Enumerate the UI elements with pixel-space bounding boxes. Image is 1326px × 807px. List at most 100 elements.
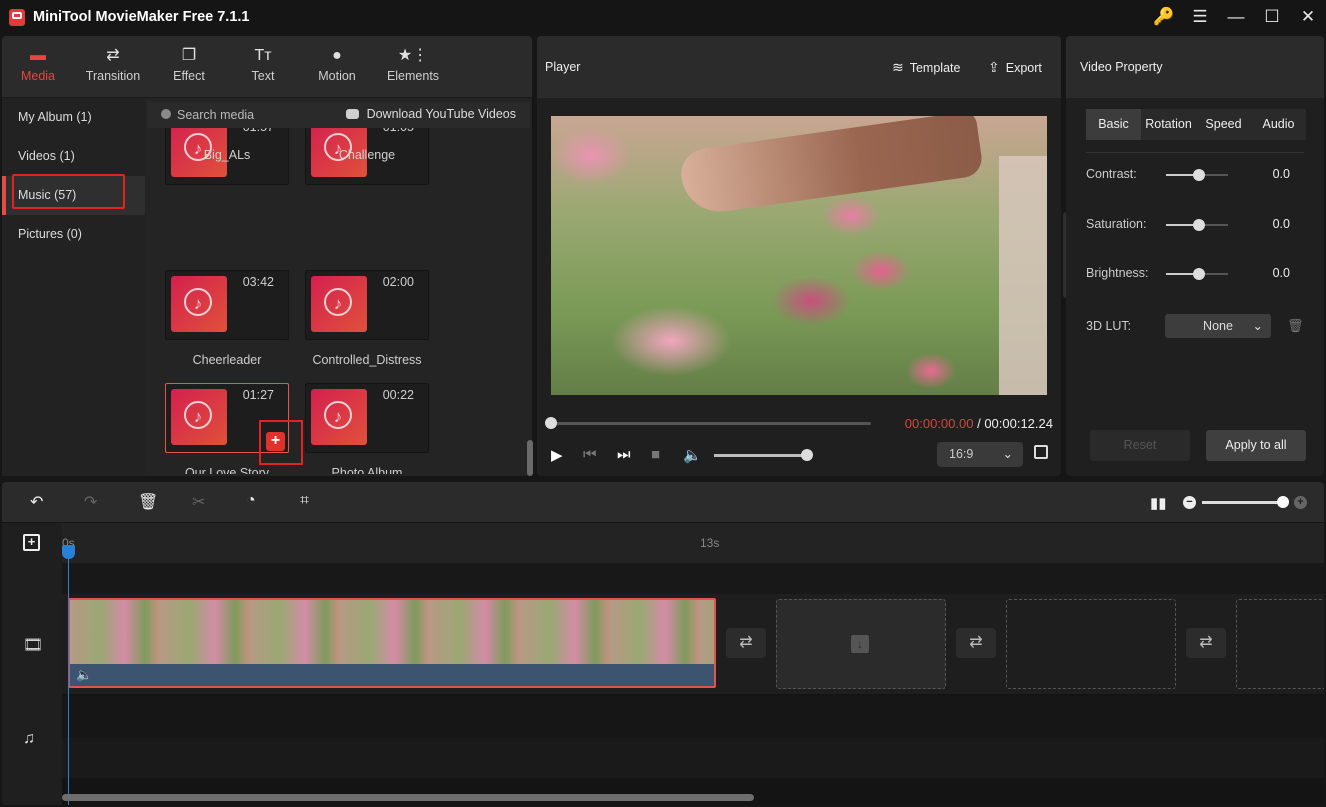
volume-icon[interactable]: 🔈 — [683, 446, 702, 464]
brightness-slider[interactable] — [1166, 268, 1228, 280]
timeline-zoom-handle[interactable] — [1277, 496, 1289, 508]
player-title: Player — [545, 60, 581, 74]
aspect-ratio-select[interactable]: 16:9 ⌄ — [937, 442, 1023, 467]
tab-elements[interactable]: ★⋮ Elements — [378, 46, 448, 83]
split-scissors-icon[interactable]: ✂ — [192, 492, 205, 512]
undo-icon[interactable]: ↶ — [30, 492, 43, 512]
video-content — [677, 116, 985, 217]
media-card[interactable]: 02:00 — [305, 270, 429, 340]
transition-slot-icon[interactable]: ⇄ — [1186, 628, 1226, 658]
sidebar-item-music[interactable]: Music (57) — [2, 174, 145, 215]
crop-icon[interactable]: ⌗ — [300, 492, 309, 510]
fullscreen-icon[interactable] — [1034, 445, 1048, 459]
media-card-selected[interactable]: 01:27 + — [165, 383, 303, 465]
media-scrollbar[interactable] — [527, 440, 533, 476]
search-icon — [161, 109, 171, 119]
transition-slot-icon[interactable]: ⇄ — [726, 628, 766, 658]
music-note-icon — [311, 389, 367, 445]
volume-icon[interactable]: 🔈 — [76, 667, 92, 683]
export-icon: ⇪ — [988, 59, 1000, 75]
close-button[interactable]: ✕ — [1290, 7, 1326, 27]
audio-track-2 — [62, 738, 1324, 778]
media-panel: ▬ Media ⇄ Transition ❐ Effect Tт Text ● Motio… — [2, 36, 533, 476]
timeline-zoom-slider[interactable] — [1202, 501, 1282, 504]
trash-icon[interactable]: 🗑 — [1287, 318, 1304, 334]
zoom-in-icon[interactable]: + — [1294, 496, 1307, 509]
text-icon: Tт — [254, 47, 272, 64]
template-button[interactable]: ≋ Template — [892, 59, 960, 76]
tab-speed[interactable]: Speed — [1196, 109, 1251, 140]
zoom-out-icon[interactable]: − — [1183, 496, 1196, 509]
search-input[interactable]: Search media — [177, 108, 254, 122]
play-icon[interactable]: ▶ — [551, 446, 563, 464]
saturation-row: Saturation: 0.0 — [1086, 217, 1290, 231]
tab-basic[interactable]: Basic — [1086, 109, 1141, 140]
app-logo-icon — [9, 8, 25, 26]
sidebar-item-my-album[interactable]: My Album (1) — [2, 98, 145, 137]
stop-icon[interactable]: ■ — [651, 446, 660, 463]
clip-audio-strip: 🔈 — [70, 664, 714, 686]
property-header: Video Property — [1066, 36, 1324, 98]
key-icon[interactable]: 🔑 — [1146, 7, 1182, 27]
sidebar-item-videos[interactable]: Videos (1) — [2, 137, 145, 176]
export-button[interactable]: ⇪ Export — [988, 59, 1042, 76]
empty-clip-slot[interactable]: ↓ — [776, 599, 946, 689]
chevron-down-icon: ⌄ — [1002, 447, 1013, 461]
property-tabs: Basic Rotation Speed Audio — [1086, 109, 1306, 140]
divider — [1086, 152, 1304, 153]
speed-gauge-icon[interactable]: ◔ — [246, 492, 256, 510]
empty-clip-slot[interactable] — [1006, 599, 1176, 689]
next-frame-icon[interactable]: ⏭ — [617, 446, 631, 463]
previous-frame-icon[interactable]: ⏮ — [583, 446, 597, 463]
lut-select[interactable]: None ⌄ — [1165, 314, 1271, 338]
tab-audio[interactable]: Audio — [1251, 109, 1306, 140]
music-note-icon — [171, 276, 227, 332]
volume-handle[interactable] — [801, 449, 813, 461]
volume-slider[interactable] — [714, 454, 809, 457]
total-time: 00:00:12.24 — [984, 416, 1053, 431]
tab-media[interactable]: ▬ Media — [3, 46, 73, 83]
playhead-handle[interactable] — [62, 545, 75, 559]
contrast-slider[interactable] — [1166, 169, 1228, 181]
media-folder-icon: ▬ — [30, 47, 46, 64]
maximize-button[interactable]: ☐ — [1254, 7, 1290, 27]
audio-track — [62, 696, 1324, 738]
redo-icon[interactable]: ↷ — [84, 492, 97, 512]
media-card[interactable]: 00:22 — [305, 383, 429, 453]
empty-clip-slot[interactable] — [1236, 599, 1324, 689]
media-grid: 01:57 Big_ALs 01:05 Challenge 03:42 Chee… — [147, 128, 527, 474]
tab-text[interactable]: Tт Text — [228, 46, 298, 83]
media-card[interactable]: 03:42 — [165, 270, 289, 340]
video-clip[interactable]: 🔈 — [68, 598, 716, 688]
tab-rotation[interactable]: Rotation — [1141, 109, 1196, 140]
player-panel: Player ≋ Template ⇪ Export 00:00:00.00 / 0… — [537, 36, 1061, 476]
video-property-panel: Video Property Basic Rotation Speed Audi… — [1066, 36, 1324, 476]
fit-timeline-icon[interactable]: ▮▮ — [1150, 494, 1167, 512]
tab-transition[interactable]: ⇄ Transition — [78, 46, 148, 83]
seek-bar[interactable] — [549, 422, 871, 425]
tab-motion[interactable]: ● Motion — [302, 46, 372, 83]
reset-button[interactable]: Reset — [1090, 430, 1190, 461]
transition-slot-icon[interactable]: ⇄ — [956, 628, 996, 658]
timeline-scrollbar[interactable] — [62, 794, 754, 801]
app-title: MiniTool MovieMaker Free 7.1.1 — [33, 9, 250, 25]
playhead[interactable] — [68, 546, 69, 805]
delete-icon[interactable]: 🗑 — [138, 492, 158, 512]
track-header-column — [2, 523, 62, 805]
sidebar-item-pictures[interactable]: Pictures (0) — [2, 215, 145, 254]
seek-handle[interactable] — [545, 417, 557, 429]
time-ruler[interactable] — [2, 523, 1324, 563]
video-preview — [551, 116, 1047, 395]
motion-icon: ● — [332, 47, 342, 64]
lut-row: 3D LUT: None ⌄ 🗑 — [1086, 314, 1306, 338]
minimize-button[interactable]: — — [1218, 7, 1254, 27]
current-time: 00:00:00.00 — [904, 416, 974, 431]
menu-icon[interactable]: ☰ — [1182, 7, 1218, 27]
apply-to-all-button[interactable]: Apply to all — [1206, 430, 1306, 461]
music-track-icon: ♫ — [23, 730, 35, 747]
saturation-slider[interactable] — [1166, 219, 1228, 231]
download-youtube-button[interactable]: Download YouTube Videos — [345, 107, 516, 121]
add-track-icon[interactable]: + — [23, 534, 40, 551]
tab-effect[interactable]: ❐ Effect — [154, 46, 224, 83]
media-name: Controlled_Distress — [312, 353, 422, 367]
